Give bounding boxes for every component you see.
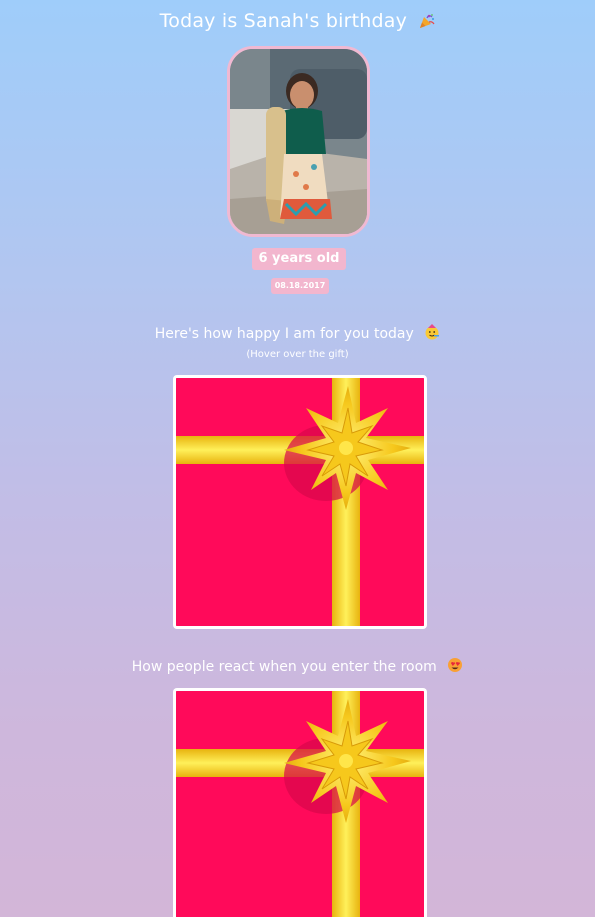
profile-photo: [227, 46, 370, 237]
page-title: Today is Sanah's birthday: [0, 8, 595, 34]
gift-box-room[interactable]: [173, 688, 427, 917]
partying-face-icon: [424, 324, 440, 340]
gift-section-heading-text: Here's how happy I am for you today: [154, 326, 414, 342]
gift-box[interactable]: [173, 375, 427, 629]
room-section-heading-text: How people react when you enter the room: [131, 659, 437, 675]
heart-eyes-face-icon: [447, 657, 463, 673]
birthday-page: Today is Sanah's birthday 6 years old 08…: [0, 0, 595, 917]
room-section-heading: How people react when you enter the room: [0, 657, 595, 677]
age-badge: 6 years old: [252, 248, 346, 270]
party-popper-icon: [419, 10, 435, 28]
gift-section-heading: Here's how happy I am for you today: [0, 324, 595, 344]
birth-date-badge: 08.18.2017: [271, 278, 329, 294]
gift-hover-hint: (Hover over the gift): [246, 349, 349, 360]
page-title-text: Today is Sanah's birthday: [159, 10, 408, 32]
